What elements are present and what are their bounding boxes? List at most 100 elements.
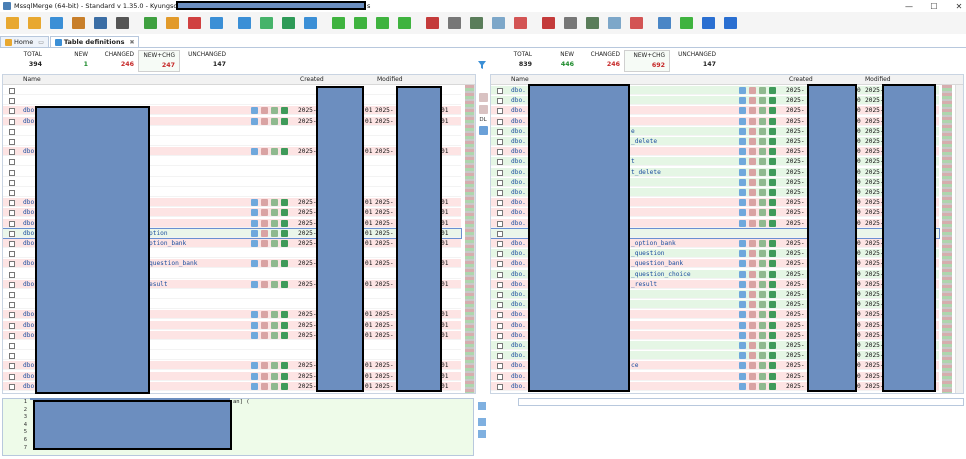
data-icon[interactable]	[271, 240, 278, 247]
grid-icon[interactable]	[769, 138, 776, 145]
script-icon[interactable]	[739, 311, 746, 319]
script-icon[interactable]	[739, 158, 746, 166]
diff-icon[interactable]	[261, 260, 268, 268]
row-checkbox[interactable]	[9, 353, 15, 360]
data-icon[interactable]	[271, 117, 278, 125]
row-checkbox[interactable]	[9, 281, 15, 288]
grid-icon[interactable]	[281, 219, 288, 227]
data-icon[interactable]	[271, 372, 278, 380]
diff-icon[interactable]	[261, 219, 268, 227]
grid-icon[interactable]	[769, 107, 776, 115]
data-icon[interactable]	[759, 342, 766, 349]
row-checkbox[interactable]	[497, 312, 503, 319]
data-icon[interactable]	[759, 331, 766, 339]
grid-green-alt-button[interactable]	[280, 15, 297, 32]
column-header-name[interactable]: Name	[511, 76, 529, 83]
row-checkbox[interactable]	[497, 271, 503, 278]
list-icon[interactable]	[478, 126, 488, 135]
data-icon[interactable]	[759, 270, 766, 278]
script-icon[interactable]	[739, 240, 746, 247]
grid-icon[interactable]	[769, 280, 776, 288]
data-icon[interactable]	[271, 107, 278, 115]
data-icon[interactable]	[759, 352, 766, 360]
row-checkbox[interactable]	[497, 230, 503, 237]
compare-folders-button[interactable]	[26, 15, 43, 32]
close-button[interactable]: ✕	[945, 0, 966, 12]
grid-green-button[interactable]	[258, 15, 275, 32]
data-icon[interactable]	[271, 229, 278, 237]
maximize-button[interactable]: ☐	[920, 0, 948, 12]
script-icon[interactable]	[251, 372, 258, 380]
row-checkbox[interactable]	[9, 88, 15, 94]
script-icon[interactable]	[739, 270, 746, 278]
diff-icon[interactable]	[261, 148, 268, 156]
column-header-created[interactable]: Created	[300, 76, 324, 83]
summary-changed[interactable]: CHANGED 246	[578, 50, 624, 72]
row-checkbox[interactable]	[497, 179, 503, 186]
data-icon[interactable]	[759, 97, 766, 105]
data-icon[interactable]	[271, 148, 278, 156]
script-scroll-icon[interactable]	[478, 402, 486, 410]
diff-icon[interactable]	[749, 362, 756, 370]
tab-home[interactable]: Home ▭	[0, 36, 49, 47]
grid-icon[interactable]	[281, 372, 288, 380]
row-checkbox[interactable]	[497, 108, 503, 115]
vertical-scrollbar[interactable]	[955, 85, 963, 393]
diff-icon[interactable]	[749, 87, 756, 94]
script-icon[interactable]	[739, 178, 746, 186]
script-icon[interactable]	[739, 138, 746, 145]
diff-icon[interactable]	[261, 229, 268, 237]
diff-icon[interactable]	[261, 240, 268, 247]
row-checkbox[interactable]	[9, 169, 15, 176]
row-checkbox[interactable]	[9, 200, 15, 207]
script-icon[interactable]	[739, 321, 746, 329]
data-icon[interactable]	[759, 178, 766, 186]
diff-icon[interactable]	[261, 107, 268, 115]
diff-icon[interactable]	[261, 280, 268, 288]
diff-icon[interactable]	[749, 158, 756, 166]
data-icon[interactable]	[759, 260, 766, 268]
table-row[interactable]	[3, 96, 461, 106]
row-checkbox[interactable]	[9, 292, 15, 298]
checklist-right-button[interactable]	[540, 15, 557, 32]
grid-icon[interactable]	[769, 240, 776, 247]
script-icon[interactable]	[739, 331, 746, 339]
row-checkbox[interactable]	[9, 190, 15, 196]
row-checkbox[interactable]	[9, 128, 15, 135]
grid-icon[interactable]	[769, 158, 776, 166]
layout-button[interactable]	[678, 15, 695, 32]
script-icon[interactable]	[251, 331, 258, 339]
grid-view-button[interactable]	[236, 15, 253, 32]
grid-icon[interactable]	[769, 178, 776, 186]
grid-blue-button[interactable]	[302, 15, 319, 32]
row-checkbox[interactable]	[9, 108, 15, 115]
diff-icon[interactable]	[749, 219, 756, 227]
data-icon[interactable]	[759, 321, 766, 329]
script-icon[interactable]	[739, 107, 746, 115]
script-icon[interactable]	[739, 382, 746, 390]
diff-icon[interactable]	[749, 270, 756, 278]
row-checkbox[interactable]	[497, 343, 503, 349]
script-icon[interactable]	[739, 352, 746, 360]
diff-icon[interactable]	[749, 209, 756, 217]
grid-icon[interactable]	[769, 189, 776, 196]
diff-icon[interactable]	[261, 311, 268, 319]
script-icon[interactable]	[739, 97, 746, 105]
diff-icon[interactable]	[261, 209, 268, 217]
filter-icon[interactable]	[478, 61, 486, 69]
row-checkbox[interactable]	[9, 179, 15, 186]
script-icon[interactable]	[251, 117, 258, 125]
row-checkbox[interactable]	[9, 241, 15, 247]
grid-icon[interactable]	[281, 240, 288, 247]
row-checkbox[interactable]	[497, 281, 503, 288]
summary-unchanged[interactable]: UNCHANGED 147	[180, 50, 230, 72]
grid-icon[interactable]	[769, 321, 776, 329]
data-icon[interactable]	[271, 311, 278, 319]
help-button[interactable]	[700, 15, 717, 32]
copy-button[interactable]	[48, 15, 65, 32]
row-checkbox[interactable]	[497, 292, 503, 298]
script-icon[interactable]	[251, 199, 258, 207]
data-icon[interactable]	[759, 209, 766, 217]
script-icon[interactable]	[251, 382, 258, 390]
script-icon[interactable]	[251, 148, 258, 156]
